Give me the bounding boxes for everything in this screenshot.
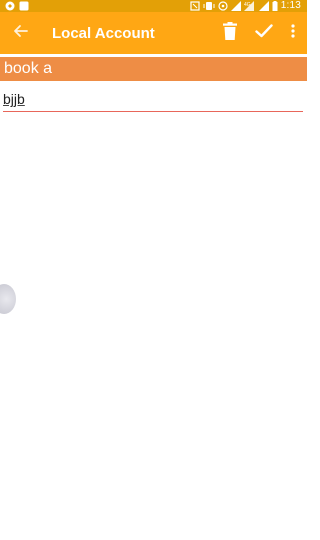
notification-icon <box>19 1 29 11</box>
drag-handle[interactable] <box>0 284 16 314</box>
note-body-text: bjjb <box>3 91 25 107</box>
delete-button[interactable] <box>217 12 243 54</box>
hotspot-icon <box>218 1 228 11</box>
overflow-menu-button[interactable] <box>283 12 303 54</box>
4g-icon: 4G <box>243 1 256 11</box>
back-arrow-icon <box>13 23 29 44</box>
svg-text:4G: 4G <box>244 2 251 8</box>
nfc-icon <box>190 1 200 11</box>
vibrate-icon <box>203 1 215 11</box>
app-bar: Local Account <box>0 12 307 54</box>
app-bar-title: Local Account <box>52 24 155 42</box>
delete-icon <box>223 21 237 45</box>
overflow-menu-icon <box>291 23 295 43</box>
signal-icon-2 <box>258 1 269 11</box>
check-icon <box>255 23 273 43</box>
status-bar: 4G 1:13 <box>0 0 307 12</box>
back-button[interactable] <box>0 12 42 54</box>
battery-icon <box>272 1 278 11</box>
note-body-field[interactable]: bjjb <box>3 90 303 112</box>
note-title[interactable]: book a <box>0 57 307 81</box>
status-time: 1:13 <box>280 0 301 11</box>
signal-icon <box>230 1 241 11</box>
cast-icon <box>5 1 15 11</box>
save-button[interactable] <box>251 12 277 54</box>
